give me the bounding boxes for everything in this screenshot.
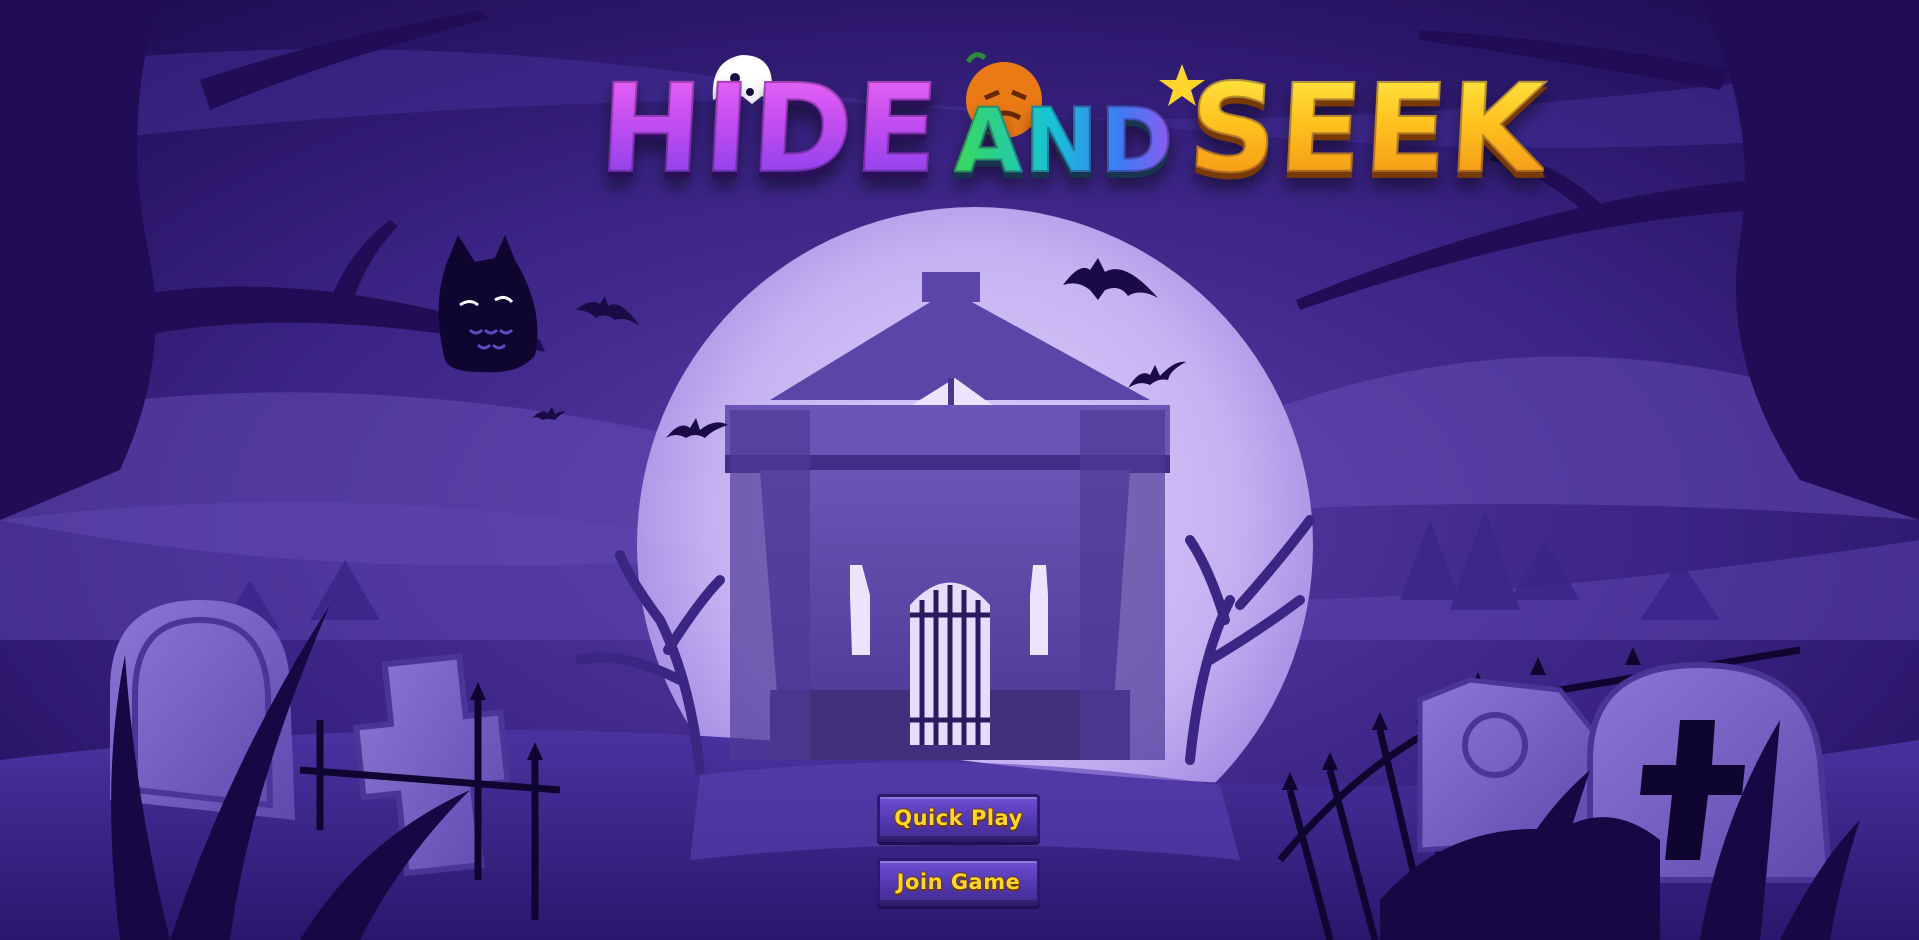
join-game-label: Join Game [896,870,1021,894]
title-word-hide: HIDE [595,57,945,201]
game-title: HIDE ANDSEEK [595,57,1550,228]
title-word-and: AND [953,88,1175,193]
quick-play-label: Quick Play [894,806,1023,830]
join-game-button[interactable]: Join Game [877,858,1040,906]
quick-play-button[interactable]: Quick Play [877,794,1040,842]
title-word-seek: SEEK [1184,57,1551,201]
